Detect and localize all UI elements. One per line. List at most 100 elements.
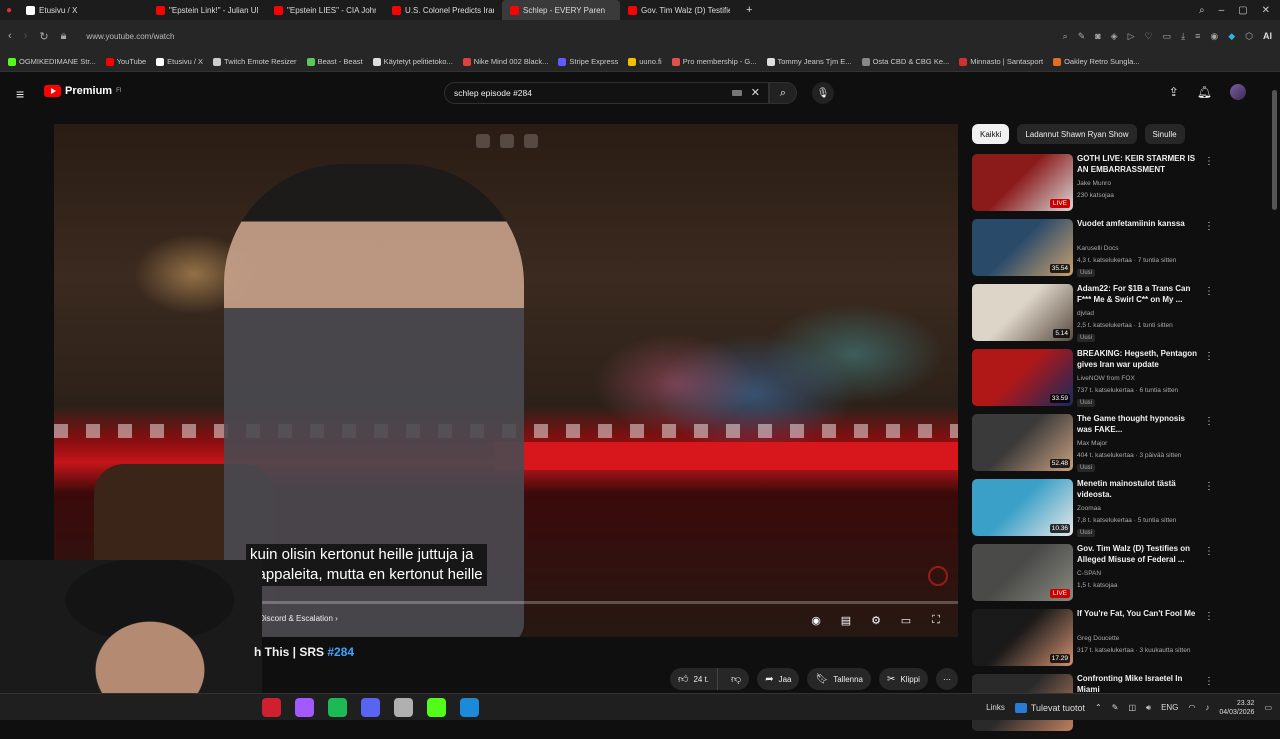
bookmark-item[interactable]: OGMIKEDIMANE Str... — [8, 57, 96, 66]
more-vertical-icon[interactable]: ⋮ — [1204, 546, 1214, 557]
autoplay-toggle-icon[interactable]: ◉ — [808, 613, 824, 627]
theater-mode-icon[interactable]: ▭ — [898, 613, 914, 627]
browser-tab[interactable]: Gov. Tim Walz (D) Testifie — [620, 0, 738, 20]
shield-icon[interactable]: ◈ — [1111, 31, 1118, 42]
more-vertical-icon[interactable]: ⋮ — [1204, 676, 1214, 687]
reload-button[interactable]: ↻ — [39, 30, 48, 43]
search-input[interactable]: schlep episode #284 ✕ — [444, 82, 769, 104]
channel-name[interactable]: LiveNOW from FOX — [1077, 375, 1135, 382]
channel-name[interactable]: Max Major — [1077, 440, 1107, 447]
episode-hashtag[interactable]: #284 — [327, 645, 354, 659]
avatar[interactable] — [1230, 84, 1246, 100]
recommendation-item[interactable]: 5.14 Adam22: For $1B a Trans Can F*** Me … — [972, 284, 1222, 349]
bookmark-item[interactable]: Etusivu / X — [156, 57, 203, 66]
recommendation-item[interactable]: 17.29 If You're Fat, You Can't Fool Me Gre… — [972, 609, 1222, 674]
forward-button[interactable]: › — [24, 30, 28, 42]
camera-icon[interactable]: ◙ — [1095, 31, 1100, 41]
notifications-bell-icon[interactable]: 🔔︎ — [1197, 85, 1212, 99]
url-field[interactable]: www.youtube.com/watch — [86, 32, 174, 41]
stocks-widget[interactable]: Tulevat tuotot — [1014, 702, 1085, 713]
ai-button[interactable]: AI — [1263, 31, 1272, 41]
bookmark-item[interactable]: Oakley Retro Sungla... — [1053, 57, 1140, 66]
cube-icon[interactable]: ⬡ — [1245, 31, 1253, 42]
recommendation-item[interactable]: LIVE Gov. Tim Walz (D) Testifies on Alleg… — [972, 544, 1222, 609]
channel-name[interactable]: C-SPAN — [1077, 570, 1101, 577]
clear-search-icon[interactable]: ✕ — [751, 86, 760, 99]
edge-icon[interactable] — [460, 698, 479, 717]
speaker-icon[interactable]: ♪ — [1205, 703, 1209, 712]
back-button[interactable]: ‹ — [8, 30, 12, 42]
settings-gear-icon[interactable]: ⚙ — [868, 613, 884, 627]
recommendation-item[interactable]: 35.54 Vuodet amfetamiinin kanssa Karuselli… — [972, 219, 1222, 284]
new-tab-button[interactable]: + — [738, 0, 760, 20]
video-thumbnail[interactable]: 35.54 — [972, 219, 1073, 276]
language-indicator[interactable]: ENG — [1161, 703, 1178, 712]
wifi-icon[interactable]: ◠ — [1188, 703, 1195, 712]
bookmark-item[interactable]: uuno.fi — [628, 57, 662, 66]
cast-icon[interactable] — [524, 134, 538, 148]
channel-watermark-icon[interactable] — [928, 566, 948, 586]
bookmark-item[interactable]: Tommy Jeans Tjm E... — [766, 57, 852, 66]
links-toolbar[interactable]: Links — [986, 703, 1005, 712]
extension-icon[interactable]: ◆ — [1228, 31, 1235, 42]
more-vertical-icon[interactable]: ⋮ — [1204, 156, 1214, 167]
tray-chevron-icon[interactable]: ⌃ — [1095, 703, 1102, 712]
bookmark-item[interactable]: Nike Mind 002 Black... — [462, 57, 548, 66]
bookmark-item[interactable]: Käytetyt pelitietoko... — [372, 57, 453, 66]
heart-icon[interactable]: ♡ — [1145, 31, 1153, 42]
upload-icon[interactable]: ⇪ — [1169, 85, 1179, 99]
clip-button[interactable]: ✂ Klippi — [879, 668, 928, 690]
browser-tab[interactable]: "Epstein Link!" - Julian UN — [148, 0, 266, 20]
browser-tab[interactable]: Etusivu / X — [18, 0, 148, 20]
browser-tab[interactable]: "Epstein LIES" - CIA John — [266, 0, 384, 20]
browser-tab[interactable]: Schlep - EVERY Paren — [502, 0, 621, 20]
page-scrollbar[interactable] — [1272, 90, 1277, 210]
channel-name[interactable]: djvlad — [1077, 310, 1094, 317]
discord-icon[interactable] — [361, 698, 380, 717]
voice-search-button[interactable]: 🎙︎ — [812, 82, 834, 104]
dislike-button[interactable]: 👎︎ — [723, 673, 749, 685]
channel-name[interactable]: Greg Doucette — [1077, 635, 1119, 642]
recommendation-item[interactable]: 33.59 BREAKING: Hegseth, Pentagon gives I… — [972, 349, 1222, 414]
video-thumbnail[interactable]: 33.59 — [972, 349, 1073, 406]
filter-chip[interactable]: Ladannut Shawn Ryan Show — [1017, 124, 1137, 144]
recommendation-item[interactable]: LIVE GOTH LIVE: KEIR STARMER IS AN EMBARR… — [972, 154, 1222, 219]
search-tabs-icon[interactable]: ⌕ — [1199, 5, 1205, 16]
channel-name[interactable]: Jake Munro — [1077, 180, 1111, 187]
share-button[interactable]: ➦ Jaa — [757, 668, 800, 690]
video-thumbnail[interactable]: LIVE — [972, 544, 1073, 601]
volume-icon[interactable]: 🔊︎ — [1146, 703, 1151, 713]
fullscreen-icon[interactable]: ⛶ — [928, 613, 944, 627]
zoom-icon[interactable]: ⌕ — [1063, 31, 1068, 42]
video-thumbnail[interactable]: 10.36 — [972, 479, 1073, 536]
more-vertical-icon[interactable]: ⋮ — [1204, 351, 1214, 362]
more-vertical-icon[interactable]: ⋮ — [1204, 221, 1214, 232]
subtitles-icon[interactable]: ▤ — [838, 613, 854, 627]
add-icon[interactable] — [500, 134, 514, 148]
channel-name[interactable]: Zoomaa — [1077, 505, 1101, 512]
bookmark-item[interactable]: Minnasto | Santasport — [959, 57, 1043, 66]
bookmark-item[interactable]: Pro membership - G... — [671, 57, 757, 66]
video-thumbnail[interactable]: LIVE — [972, 154, 1073, 211]
menu-icon[interactable]: ≡ — [1195, 31, 1200, 41]
minimize-button[interactable]: – — [1219, 5, 1225, 16]
clock[interactable]: 23.32 04/03/2026 — [1219, 699, 1254, 717]
search-button[interactable]: ⌕ — [769, 82, 797, 104]
like-button[interactable]: 👍︎ 24 t. — [670, 668, 719, 690]
video-thumbnail[interactable]: 5.14 — [972, 284, 1073, 341]
maximize-button[interactable]: ▢ — [1238, 5, 1247, 16]
hamburger-menu-icon[interactable]: ≡ — [16, 86, 24, 102]
notifications-icon[interactable]: ▭ — [1264, 703, 1272, 712]
miniplayer-icon[interactable] — [476, 134, 490, 148]
video-thumbnail[interactable]: 17.29 — [972, 609, 1073, 666]
spotify-icon[interactable] — [328, 698, 347, 717]
recommendation-item[interactable]: 10.36 Menetin mainostulot tästä videosta.… — [972, 479, 1222, 544]
browser-tab[interactable]: U.S. Colonel Predicts Iran — [384, 0, 502, 20]
bookmark-item[interactable]: YouTube — [105, 57, 146, 66]
profile-icon[interactable]: ◉ — [1210, 31, 1218, 42]
kick-icon[interactable] — [427, 698, 446, 717]
play-icon[interactable]: ▷ — [1128, 31, 1135, 42]
filter-chip[interactable]: Sinulle — [1144, 124, 1185, 144]
edit-icon[interactable]: ✎ — [1078, 31, 1086, 42]
recommendation-item[interactable]: 52.48 The Game thought hypnosis was FAKE.… — [972, 414, 1222, 479]
